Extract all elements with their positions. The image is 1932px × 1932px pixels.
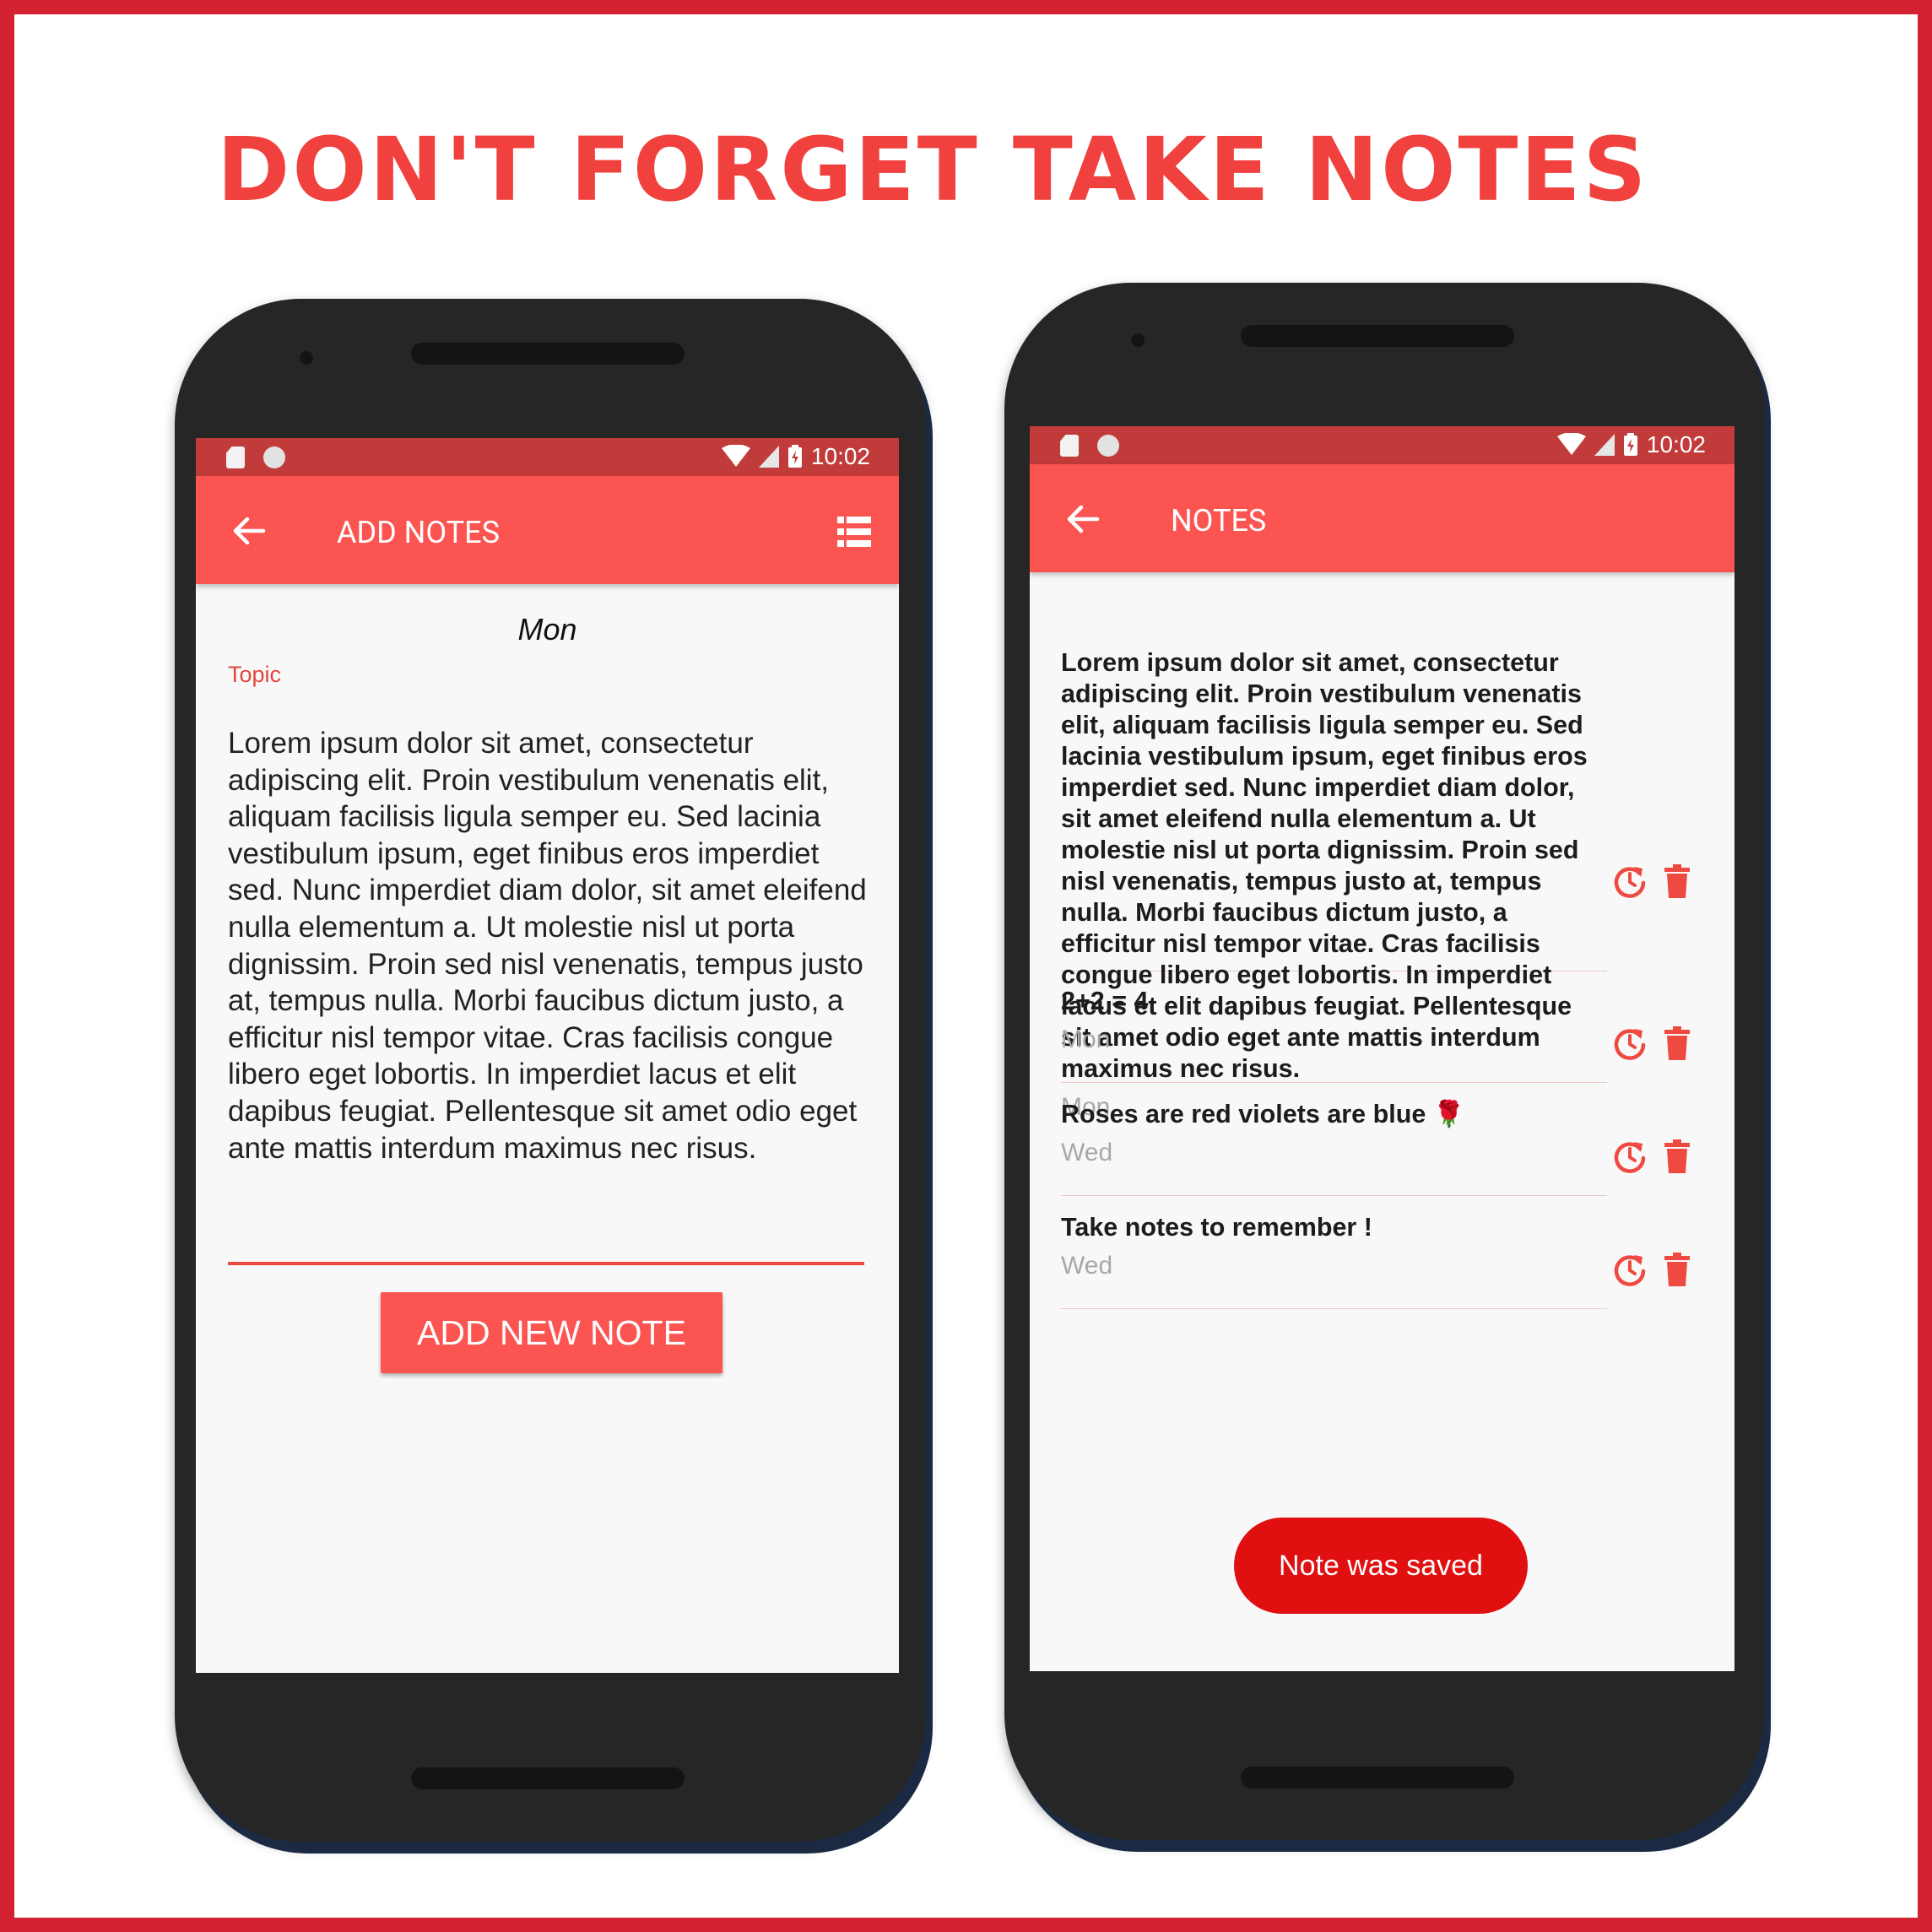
status-bar: 10:02 bbox=[196, 438, 899, 476]
note-title: Take notes to remember ! bbox=[1061, 1213, 1372, 1242]
note-day: Wed bbox=[1061, 1139, 1113, 1166]
alarm-refresh-icon[interactable] bbox=[1612, 1026, 1648, 1061]
sd-card-icon bbox=[226, 446, 245, 468]
note-title: Roses are red violets are blue 🌹 bbox=[1061, 1100, 1465, 1128]
arrow-back-icon[interactable] bbox=[231, 513, 267, 549]
status-bar: 10:02 bbox=[1030, 426, 1734, 464]
notification-dot-icon bbox=[263, 446, 285, 468]
note-actions bbox=[1612, 1139, 1695, 1174]
note-actions bbox=[1612, 863, 1695, 899]
note-list-item[interactable]: Roses are red violets are blue 🌹 Wed bbox=[1061, 1099, 1607, 1196]
signal-icon bbox=[1594, 434, 1615, 456]
note-list-item[interactable]: Lorem ipsum dolor sit amet, consectetur … bbox=[1061, 647, 1607, 1121]
list-view-icon[interactable] bbox=[837, 517, 871, 547]
alarm-refresh-icon[interactable] bbox=[1612, 1252, 1648, 1287]
topic-field-label: Topic bbox=[228, 662, 282, 687]
arrow-back-icon[interactable] bbox=[1065, 501, 1101, 537]
note-day: Mon bbox=[1061, 1026, 1111, 1053]
trash-icon[interactable] bbox=[1659, 1026, 1695, 1061]
note-text-field[interactable]: Lorem ipsum dolor sit amet, consectetur … bbox=[228, 725, 869, 1166]
phone-notes-list: 10:02 NOTES Lorem ipsum dolor sit amet, … bbox=[1004, 283, 1764, 1840]
add-new-note-button[interactable]: ADD NEW NOTE bbox=[381, 1292, 722, 1373]
trash-icon[interactable] bbox=[1659, 1139, 1695, 1174]
note-list-item[interactable]: Take notes to remember ! Wed bbox=[1061, 1212, 1607, 1309]
front-camera bbox=[1131, 333, 1145, 347]
bottom-speaker bbox=[411, 1767, 685, 1789]
alarm-refresh-icon[interactable] bbox=[1612, 863, 1648, 899]
trash-icon[interactable] bbox=[1659, 1252, 1695, 1287]
wifi-icon bbox=[721, 445, 750, 467]
headline: DON'T FORGET TAKE NOTES bbox=[217, 118, 1649, 221]
note-title: 2+2 = 4 bbox=[1061, 987, 1149, 1015]
poster-frame: DON'T FORGET TAKE NOTES 10:02 ADD NOTES … bbox=[0, 0, 1932, 1932]
bottom-speaker bbox=[1241, 1767, 1514, 1789]
page-title: ADD NOTES bbox=[337, 515, 500, 550]
top-speaker bbox=[1241, 325, 1514, 347]
app-bar: NOTES bbox=[1030, 464, 1734, 572]
battery-icon bbox=[787, 445, 802, 468]
text-field-underline bbox=[228, 1262, 864, 1265]
top-speaker bbox=[411, 343, 685, 365]
note-day: Wed bbox=[1061, 1252, 1113, 1280]
notification-dot-icon bbox=[1097, 435, 1119, 457]
phone-add-notes: 10:02 ADD NOTES Mon Topic Lorem ipsum do… bbox=[175, 299, 926, 1842]
alarm-refresh-icon[interactable] bbox=[1612, 1139, 1648, 1174]
page-title: NOTES bbox=[1171, 503, 1267, 538]
note-list-item[interactable]: 2+2 = 4 Mon bbox=[1061, 986, 1607, 1083]
sd-card-icon bbox=[1060, 435, 1079, 457]
front-camera bbox=[300, 351, 313, 365]
wifi-icon bbox=[1556, 433, 1586, 455]
trash-icon[interactable] bbox=[1659, 863, 1695, 899]
note-actions bbox=[1612, 1252, 1695, 1287]
status-time: 10:02 bbox=[1646, 431, 1706, 457]
toast-message: Note was saved bbox=[1234, 1518, 1528, 1614]
note-actions bbox=[1612, 1026, 1695, 1061]
app-bar: ADD NOTES bbox=[196, 476, 899, 584]
battery-icon bbox=[1623, 433, 1637, 456]
status-time: 10:02 bbox=[810, 443, 870, 469]
day-label: Mon bbox=[517, 612, 577, 647]
signal-icon bbox=[758, 446, 779, 468]
add-notes-screen: 10:02 ADD NOTES Mon Topic Lorem ipsum do… bbox=[196, 438, 899, 1673]
notes-screen: 10:02 NOTES Lorem ipsum dolor sit amet, … bbox=[1030, 426, 1734, 1671]
